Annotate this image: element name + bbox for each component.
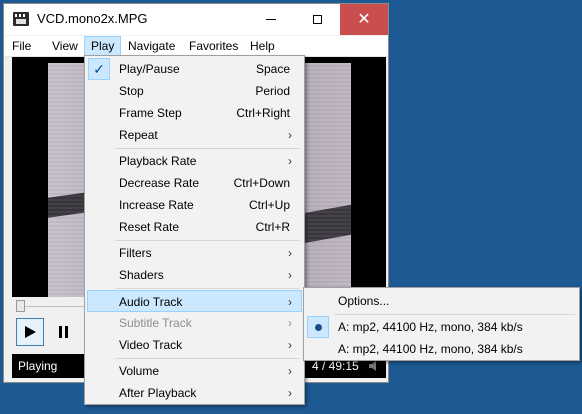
- menu-item-label: Subtitle Track: [119, 316, 192, 330]
- maximize-icon: [312, 15, 322, 24]
- menu-item-label: Stop: [119, 84, 144, 98]
- speaker-icon[interactable]: [368, 360, 380, 372]
- menu-item-label: Options...: [338, 294, 390, 308]
- menu-item-label: Frame Step: [119, 106, 182, 120]
- menu-item-decrease-rate[interactable]: Decrease Rate Ctrl+Down: [87, 172, 302, 194]
- menu-item-repeat[interactable]: Repeat ›: [87, 124, 302, 146]
- menu-item-subtitle-track: Subtitle Track ›: [87, 312, 302, 334]
- audio-track-submenu: Options... A: mp2, 44100 Hz, mono, 384 k…: [303, 287, 580, 361]
- menu-item-shortcut: Ctrl+Up: [248, 198, 290, 212]
- menu-item-stop[interactable]: Stop Period: [87, 80, 302, 102]
- chevron-right-icon: ›: [288, 246, 292, 260]
- close-button[interactable]: ✕: [340, 4, 388, 35]
- menu-item-label: Reset Rate: [119, 220, 180, 234]
- play-icon: [25, 326, 36, 338]
- close-icon: ✕: [357, 10, 371, 28]
- submenu-item-options[interactable]: Options...: [306, 290, 577, 312]
- menu-item-shortcut: Period: [255, 84, 290, 98]
- seek-thumb[interactable]: [16, 300, 25, 312]
- menu-item-label: Volume: [119, 364, 160, 378]
- app-icon: [13, 12, 29, 26]
- menu-item-shortcut: Space: [255, 62, 290, 76]
- menu-item-shortcut: Ctrl+Right: [236, 106, 290, 120]
- menu-item-shortcut: Ctrl+Down: [233, 176, 290, 190]
- status-text: Playing: [18, 359, 58, 373]
- menu-item-label: Repeat: [119, 128, 158, 142]
- title-bar[interactable]: VCD.mono2x.MPG ✕: [4, 4, 388, 35]
- menu-item-label: A: mp2, 44100 Hz, mono, 384 kb/s: [338, 320, 523, 334]
- menu-separator: [115, 148, 300, 149]
- menu-navigate[interactable]: Navigate: [122, 37, 181, 55]
- submenu-item-audio-track-1[interactable]: A: mp2, 44100 Hz, mono, 384 kb/s: [306, 316, 577, 338]
- menu-item-label: Audio Track: [119, 295, 183, 309]
- maximize-button[interactable]: [294, 4, 340, 35]
- menu-item-shortcut: Ctrl+R: [255, 220, 290, 234]
- minimize-icon: [266, 19, 276, 20]
- chevron-right-icon: ›: [288, 268, 292, 282]
- chevron-right-icon: ›: [288, 316, 292, 330]
- menu-item-label: Play/Pause: [119, 62, 180, 76]
- menu-separator: [115, 288, 300, 289]
- pause-icon: [59, 326, 68, 338]
- radio-dot: [315, 324, 322, 331]
- chevron-right-icon: ›: [288, 154, 292, 168]
- menu-item-label: Filters: [119, 246, 152, 260]
- chevron-right-icon: ›: [288, 295, 292, 309]
- menu-bar: File View Play Navigate Favorites Help: [4, 36, 388, 57]
- menu-view[interactable]: View: [46, 37, 84, 55]
- chevron-right-icon: ›: [288, 386, 292, 400]
- menu-item-reset-rate[interactable]: Reset Rate Ctrl+R: [87, 216, 302, 238]
- check-icon: ✓: [88, 58, 110, 80]
- minimize-button[interactable]: [248, 4, 294, 35]
- menu-item-volume[interactable]: Volume ›: [87, 360, 302, 382]
- menu-item-after-playback[interactable]: After Playback ›: [87, 382, 302, 404]
- menu-separator: [115, 358, 300, 359]
- radio-selected-icon: [307, 316, 329, 338]
- menu-help[interactable]: Help: [244, 37, 281, 55]
- menu-item-label: Shaders: [119, 268, 164, 282]
- menu-item-shaders[interactable]: Shaders ›: [87, 264, 302, 286]
- menu-item-label: A: mp2, 44100 Hz, mono, 384 kb/s: [338, 342, 523, 356]
- menu-item-label: Playback Rate: [119, 154, 197, 168]
- menu-item-label: Increase Rate: [119, 198, 194, 212]
- menu-item-frame-step[interactable]: Frame Step Ctrl+Right: [87, 102, 302, 124]
- menu-item-label: Decrease Rate: [119, 176, 200, 190]
- menu-item-playback-rate[interactable]: Playback Rate ›: [87, 150, 302, 172]
- menu-item-filters[interactable]: Filters ›: [87, 242, 302, 264]
- chevron-right-icon: ›: [288, 364, 292, 378]
- menu-item-label: After Playback: [119, 386, 197, 400]
- chevron-right-icon: ›: [288, 128, 292, 142]
- menu-item-label: Video Track: [119, 338, 183, 352]
- menu-separator: [115, 240, 300, 241]
- menu-separator: [334, 314, 575, 315]
- menu-file[interactable]: File: [6, 37, 37, 55]
- menu-item-play-pause[interactable]: ✓ Play/Pause Space: [87, 58, 302, 80]
- menu-favorites[interactable]: Favorites: [183, 37, 244, 55]
- time-display: 4 / 49:15: [312, 359, 359, 373]
- window-title: VCD.mono2x.MPG: [37, 11, 148, 26]
- play-button[interactable]: [16, 318, 44, 346]
- menu-item-video-track[interactable]: Video Track ›: [87, 334, 302, 356]
- chevron-right-icon: ›: [288, 338, 292, 352]
- menu-item-audio-track[interactable]: Audio Track ›: [87, 290, 302, 312]
- play-menu: ✓ Play/Pause Space Stop Period Frame Ste…: [84, 55, 305, 405]
- pause-button[interactable]: [50, 318, 78, 346]
- menu-play[interactable]: Play: [84, 36, 122, 56]
- submenu-item-audio-track-2[interactable]: A: mp2, 44100 Hz, mono, 384 kb/s: [306, 338, 577, 360]
- menu-item-increase-rate[interactable]: Increase Rate Ctrl+Up: [87, 194, 302, 216]
